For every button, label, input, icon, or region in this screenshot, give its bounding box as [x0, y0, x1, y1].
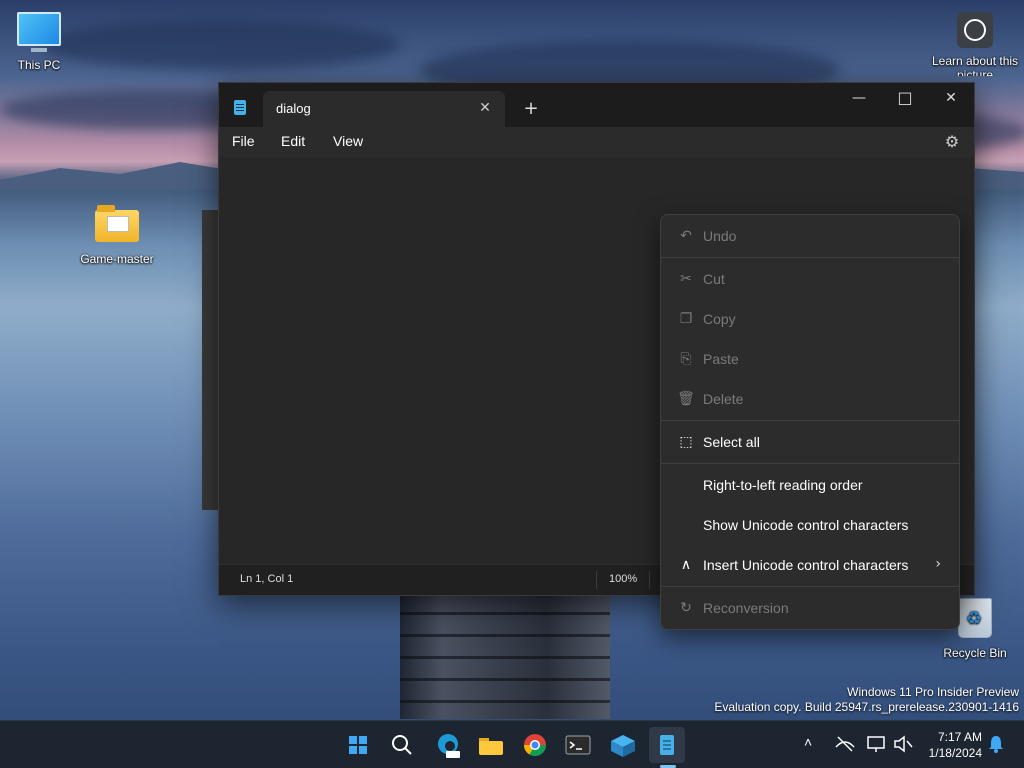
speaker-muted-icon[interactable] — [892, 733, 914, 768]
settings-gear-icon[interactable]: ⚙ — [942, 132, 962, 152]
menu-item-select-all[interactable]: ⬚ Select all — [665, 424, 955, 460]
title-bar[interactable]: dialog ✕ + — □ ✕ — [219, 83, 974, 127]
edit-context-menu: ↶ Undo ✂ Cut ❐ Copy ⎘ Paste 🗑 Delete ⬚ S… — [660, 214, 960, 630]
menu-item-label: Cut — [703, 271, 725, 287]
menu-bar: File Edit View ⚙ — [219, 127, 974, 157]
menu-item-insert-unicode[interactable]: ∧ Insert Unicode control characters › — [665, 547, 955, 583]
chrome-icon — [524, 734, 546, 756]
tab-title: dialog — [276, 101, 311, 116]
menu-item-undo[interactable]: ↶ Undo — [665, 218, 955, 254]
computer-icon — [17, 12, 61, 52]
taskbar-chrome[interactable] — [517, 727, 553, 763]
menu-separator — [661, 257, 959, 258]
menu-item-label: Paste — [703, 351, 739, 367]
menu-view[interactable]: View — [333, 133, 363, 149]
desktop-icon-label: Game-master — [80, 252, 154, 266]
cursor-position: Ln 1, Col 1 — [240, 573, 294, 585]
desktop-icon-learn-about[interactable]: Learn about this picture — [930, 12, 1020, 76]
menu-item-rtl-reading-order[interactable]: Right-to-left reading order — [665, 467, 955, 503]
menu-file[interactable]: File — [232, 133, 255, 149]
desktop-icon-label: Recycle Bin — [943, 646, 1007, 660]
display-icon[interactable] — [866, 733, 888, 768]
notepad-icon — [234, 100, 246, 115]
zoom-level: 100% — [609, 573, 638, 585]
menu-item-label: Right-to-left reading order — [703, 477, 863, 493]
watermark-line-1: Windows 11 Pro Insider Preview — [847, 685, 1019, 699]
undo-icon: ↶ — [680, 228, 692, 244]
status-divider — [649, 571, 650, 589]
trash-icon: 🗑 — [677, 391, 695, 407]
windows-logo-icon — [349, 736, 367, 754]
pier-image — [400, 594, 610, 719]
menu-item-label: Undo — [703, 228, 737, 244]
edge-browser-icon — [438, 734, 460, 758]
taskbar-terminal[interactable] — [560, 727, 596, 763]
maximize-button[interactable]: □ — [882, 83, 928, 115]
select-all-icon: ⬚ — [679, 434, 693, 450]
taskbar: ˄ 7:17 AM 1/18/2024 — [0, 720, 1024, 768]
menu-separator — [661, 463, 959, 464]
notification-bell-icon[interactable] — [986, 734, 1006, 768]
menu-item-label: Select all — [703, 434, 760, 450]
menu-item-copy[interactable]: ❐ Copy — [665, 301, 955, 337]
tab-dialog[interactable]: dialog ✕ — [263, 91, 505, 127]
system-clock[interactable]: 7:17 AM 1/18/2024 — [929, 729, 982, 761]
menu-item-reconversion[interactable]: ↻ Reconversion — [665, 590, 955, 626]
close-button[interactable]: ✕ — [928, 83, 974, 115]
taskbar-notepad[interactable] — [649, 727, 685, 763]
windows-watermark: Windows 11 Pro Insider Preview Evaluatio… — [714, 685, 1019, 715]
taskbar-sandbox[interactable] — [605, 727, 641, 763]
search-button[interactable] — [384, 727, 420, 763]
background-window-edge — [202, 210, 218, 510]
folder-icon — [479, 738, 503, 755]
terminal-icon — [565, 735, 591, 755]
menu-item-label: Show Unicode control characters — [703, 517, 909, 533]
menu-edit[interactable]: Edit — [281, 133, 305, 149]
search-icon — [392, 735, 412, 755]
folder-icon — [95, 205, 139, 242]
taskbar-edge-beta[interactable] — [430, 727, 466, 763]
menu-item-label: Reconversion — [703, 600, 789, 616]
camera-icon — [957, 12, 993, 48]
desktop-icon-this-pc[interactable]: This PC — [0, 12, 84, 72]
recycle-bin-icon — [958, 598, 992, 638]
watermark-line-2: Evaluation copy. Build 25947.rs_prerelea… — [714, 700, 1019, 714]
desktop-icon-label: This PC — [17, 58, 61, 72]
network-offline-icon[interactable] — [834, 733, 856, 768]
clock-date: 1/18/2024 — [928, 746, 982, 760]
status-divider — [596, 571, 597, 589]
minimize-button[interactable]: — — [836, 83, 882, 115]
menu-item-label: Copy — [703, 311, 736, 327]
chevron-right-icon: › — [935, 556, 941, 572]
menu-item-show-unicode[interactable]: Show Unicode control characters — [665, 507, 955, 543]
copy-icon: ❐ — [679, 311, 693, 327]
tab-close-icon[interactable]: ✕ — [473, 96, 497, 120]
notepad-icon — [660, 735, 674, 755]
menu-item-label: Insert Unicode control characters — [703, 557, 909, 573]
insert-caret-icon: ∧ — [680, 557, 692, 573]
clipboard-icon: ⎘ — [680, 351, 692, 367]
sandbox-box-icon — [611, 735, 635, 757]
show-hidden-icons-chevron-icon[interactable]: ˄ — [804, 734, 812, 768]
taskbar-file-explorer[interactable] — [473, 727, 509, 763]
clock-time: 7:17 AM — [937, 730, 982, 744]
desktop-icon-label: Learn about this picture — [931, 54, 1019, 76]
new-tab-button[interactable]: + — [519, 97, 543, 121]
menu-separator — [661, 420, 959, 421]
scissors-icon: ✂ — [680, 271, 692, 287]
reconversion-icon: ↻ — [680, 600, 692, 616]
menu-item-label: Delete — [703, 391, 744, 407]
menu-separator — [661, 586, 959, 587]
menu-item-cut[interactable]: ✂ Cut — [665, 261, 955, 297]
menu-item-paste[interactable]: ⎘ Paste — [665, 341, 955, 377]
menu-item-delete[interactable]: 🗑 Delete — [665, 381, 955, 417]
start-button[interactable] — [340, 727, 376, 763]
desktop-icon-game-master[interactable]: Game-master — [72, 205, 162, 266]
